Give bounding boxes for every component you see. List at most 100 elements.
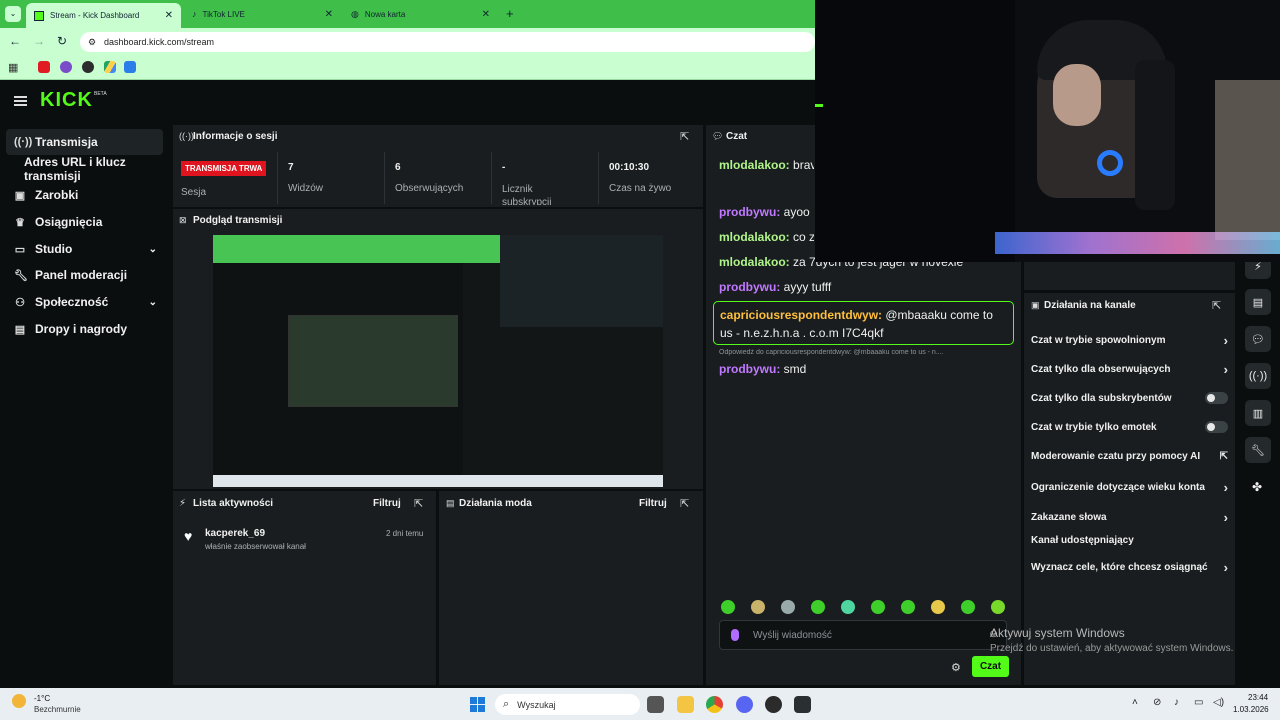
reload-icon[interactable]: ↻	[57, 34, 67, 48]
sidebar-item-panel-moderacji[interactable]: 🔧︎ Panel moderacji	[6, 262, 163, 288]
activity-filter-button[interactable]: Filtruj	[373, 498, 401, 509]
action-sharing-channel[interactable]: Kanał udostępniający	[1031, 535, 1228, 546]
reply-hint: Odpowiedź do capriciousrespondentdwyw: @…	[719, 349, 944, 356]
clock-date[interactable]: 1.03.2026	[1233, 705, 1269, 714]
highlighted-chat-message[interactable]: capriciousrespondentdwyw: @mbaaaku come …	[713, 301, 1014, 345]
add-widget-icon[interactable]: ✤	[1252, 480, 1262, 494]
emote-icon[interactable]	[781, 600, 795, 614]
popout-icon[interactable]: ⇱	[414, 497, 423, 510]
emote-icon[interactable]	[901, 600, 915, 614]
broadcast-icon[interactable]: ((·))	[1245, 363, 1271, 389]
activity-list-panel	[173, 491, 436, 685]
sidebar-item-zarobki[interactable]: ▣ Zarobki	[6, 182, 163, 208]
emote-only-toggle[interactable]	[1205, 421, 1228, 433]
action-account-age[interactable]: Ograniczenie dotyczące wieku konta ›	[1031, 480, 1228, 495]
emote-icon[interactable]	[931, 600, 945, 614]
chat-message[interactable]: prodbywu: ayyy tufff	[719, 280, 1009, 294]
chat-message[interactable]: prodbywu: ayoo	[719, 205, 814, 219]
sidebar-item-osiagniecia[interactable]: ♛ Osiągnięcia	[6, 209, 163, 235]
popout-icon[interactable]: ⇱	[680, 497, 689, 510]
close-icon[interactable]: ✕	[482, 9, 490, 20]
site-info-icon[interactable]: ⚙	[88, 37, 96, 48]
stream-preview-video[interactable]	[213, 235, 663, 487]
new-tab-button[interactable]: +	[506, 6, 514, 21]
emote-icon[interactable]	[871, 600, 885, 614]
chat-message[interactable]: prodbywu: smd	[719, 362, 1009, 376]
forward-icon[interactable]: →	[33, 34, 45, 48]
file-explorer-icon[interactable]	[677, 696, 694, 713]
chat-username[interactable]: mlodalakoo:	[719, 158, 790, 172]
chat-settings-icon[interactable]: ⚙	[951, 661, 961, 674]
kick-logo[interactable]: KICK	[40, 89, 93, 112]
clock-time[interactable]: 23:44	[1248, 693, 1268, 702]
chat-send-button[interactable]: Czat	[972, 656, 1009, 677]
emote-icon[interactable]	[811, 600, 825, 614]
tab-kick-dashboard[interactable]: Stream - Kick Dashboard ✕	[26, 3, 181, 28]
menu-icon[interactable]	[14, 96, 27, 106]
apps-grid-icon[interactable]: ▦	[8, 61, 18, 74]
layout-icon[interactable]: ▥	[1245, 400, 1271, 426]
sidebar-item-dropy[interactable]: ▤ Dropy i nagrody	[6, 316, 163, 342]
notes-icon[interactable]: ▤	[1245, 289, 1271, 315]
sidebar-item-stream-key[interactable]: Adres URL i klucz transmisji	[6, 155, 163, 183]
discord-icon[interactable]	[736, 696, 753, 713]
address-bar[interactable]: ⚙ dashboard.kick.com/stream	[80, 32, 815, 52]
sidebar-item-studio[interactable]: ▭ Studio ⌄	[6, 236, 163, 262]
action-slow-mode[interactable]: Czat w trybie spowolnionym ›	[1031, 333, 1228, 348]
tab-list-button[interactable]: ⌄	[5, 6, 21, 22]
microphone-tray-icon[interactable]: ♪	[1174, 697, 1179, 708]
sidebar-item-spolecznosc[interactable]: ⚇ Społeczność ⌄	[6, 289, 163, 315]
action-ai-moderation[interactable]: Moderowanie czatu przy pomocy AI ⇱	[1031, 451, 1228, 462]
wrench-icon[interactable]: 🔧︎	[1245, 437, 1271, 463]
action-goals[interactable]: Wyznacz cele, które chcesz osiągnąć ›	[1031, 560, 1228, 575]
weather-moon-icon[interactable]	[12, 694, 26, 708]
back-icon[interactable]: ←	[9, 34, 21, 48]
chrome-icon[interactable]	[706, 696, 723, 713]
app-green-icon[interactable]	[794, 696, 811, 713]
bookmark-purple-icon[interactable]	[60, 61, 72, 73]
windows-start-icon[interactable]	[470, 697, 485, 712]
chat-username[interactable]: prodbywu:	[719, 280, 780, 294]
emote-icon[interactable]	[841, 600, 855, 614]
obs-icon[interactable]	[765, 696, 782, 713]
close-icon[interactable]: ✕	[165, 10, 173, 21]
monitor-tray-icon[interactable]: ▭	[1194, 697, 1203, 708]
chat-message[interactable]: mlodalakoo: brav	[719, 158, 814, 172]
popout-icon[interactable]: ⇱	[680, 130, 689, 143]
action-banned-words[interactable]: Zakazane słowa ›	[1031, 510, 1228, 525]
chat-input[interactable]: Wyślij wiadomość ☺	[719, 620, 1007, 650]
stream-preview-title: Podgląd transmisji	[193, 215, 283, 226]
mod-filter-button[interactable]: Filtruj	[639, 498, 667, 509]
sidebar-item-transmisja[interactable]: ((·)) Transmisja	[6, 129, 163, 155]
emote-icon[interactable]	[991, 600, 1005, 614]
chat-message[interactable]: mlodalakoo: co z	[719, 230, 814, 244]
whatsapp-icon[interactable]	[82, 61, 94, 73]
microphone-icon[interactable]	[731, 629, 739, 641]
chevron-down-icon: ⌄	[148, 243, 157, 255]
tray-chevron-icon[interactable]: ˄	[1132, 697, 1138, 708]
chat-username[interactable]: prodbywu:	[719, 362, 780, 376]
google-drive-icon[interactable]	[104, 61, 116, 73]
chat-username[interactable]: prodbywu:	[719, 205, 780, 219]
tab-tiktok-live[interactable]: ♪ TikTok LIVE ✕	[184, 3, 341, 25]
close-icon[interactable]: ✕	[325, 9, 333, 20]
chat-username[interactable]: capriciousrespondentdwyw:	[720, 308, 882, 322]
subscribers-only-toggle[interactable]	[1205, 392, 1228, 404]
activity-user[interactable]: kacperek_69	[205, 528, 265, 539]
action-followers-only[interactable]: Czat tylko dla obserwujących ›	[1031, 362, 1228, 377]
action-subscribers-only: Czat tylko dla subskrybentów	[1031, 392, 1228, 404]
emote-icon[interactable]	[961, 600, 975, 614]
chat-bubble-icon[interactable]: 💬︎	[1245, 326, 1271, 352]
network-icon[interactable]: ⊘	[1153, 697, 1161, 708]
emote-icon[interactable]	[721, 600, 735, 614]
youtube-icon[interactable]	[38, 61, 50, 73]
chat-username[interactable]: mlodalakoo:	[719, 230, 790, 244]
bookmark-blue-icon[interactable]	[124, 61, 136, 73]
chat-username[interactable]: mlodalakoo:	[719, 255, 790, 269]
tab-new-tab[interactable]: ◍ Nowa karta ✕	[343, 3, 498, 25]
volume-icon[interactable]: ◁)	[1213, 697, 1224, 708]
popout-icon[interactable]: ⇱	[1212, 299, 1221, 312]
task-view-icon[interactable]	[647, 696, 664, 713]
taskbar-search[interactable]: ⌕ Wyszukaj	[495, 694, 640, 715]
emote-icon[interactable]	[751, 600, 765, 614]
